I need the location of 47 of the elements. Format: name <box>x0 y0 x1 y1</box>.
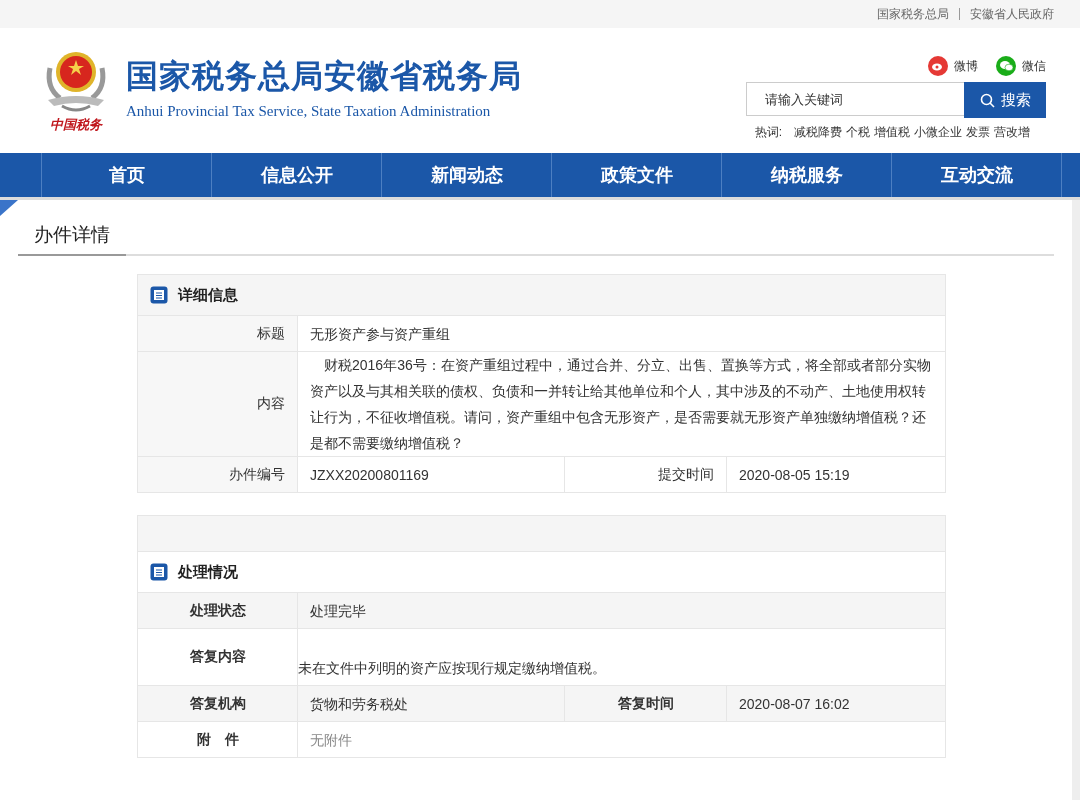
field-label: 提交时间 <box>565 457 727 492</box>
section-title: 详细信息 <box>178 285 238 305</box>
field-value: 2020-08-07 16:02 <box>738 694 851 714</box>
nav-item[interactable]: 首页 <box>41 153 211 197</box>
social-link[interactable]: 微博 <box>928 56 978 76</box>
hot-word-link[interactable]: 个税 <box>846 124 870 141</box>
nav-item[interactable]: 信息公开 <box>211 153 381 197</box>
field-value: 财税2016年36号：在资产重组过程中，通过合并、分立、出售、置换等方式，将全部或者部分实物资产以及与其相关联的债权、负债和一并转让给其他单位和个人，其中涉及的不动产、土地使用权转让行为，不征收增值税。请问，资产重组中包含无形资产，是否需要就无形资产单独缴纳增值税？还是都不需要缴纳增值税？ <box>309 356 932 453</box>
field-value: 处理完毕 <box>309 601 367 621</box>
corner-triangle-icon <box>0 200 18 216</box>
nav-item[interactable]: 政策文件 <box>551 153 721 197</box>
hot-word-link[interactable]: 减税降费 <box>794 124 842 141</box>
field-label: 答复内容 <box>138 629 298 685</box>
field-label: 办件编号 <box>138 457 298 492</box>
hot-words-label: 热词: <box>754 124 782 141</box>
document-icon <box>150 563 168 581</box>
search-button[interactable]: 搜索 <box>964 82 1046 118</box>
field-value: 无附件 <box>309 730 353 750</box>
field-label: 标题 <box>138 316 298 351</box>
field-label: 答复时间 <box>565 686 727 721</box>
section-title: 处理情况 <box>178 562 238 582</box>
nav-item[interactable]: 新闻动态 <box>381 153 551 197</box>
search-icon <box>979 92 995 108</box>
field-label: 处理状态 <box>138 593 298 628</box>
search-field[interactable]: 请输入关键词 <box>746 82 964 116</box>
emblem-caption: 中国税务 <box>50 115 102 134</box>
field-value: JZXX20200801169 <box>298 457 565 492</box>
field-label: 内容 <box>138 352 298 456</box>
top-link[interactable]: 安徽省人民政府 <box>970 5 1054 23</box>
hot-word-link[interactable]: 发票 <box>966 124 990 141</box>
social-link[interactable]: 微信 <box>996 56 1046 76</box>
top-link[interactable]: 国家税务总局 <box>877 5 949 23</box>
field-label: 附 件 <box>138 722 298 757</box>
page-heading: 办件详情 <box>18 222 126 256</box>
hot-word-link[interactable]: 增值税 <box>874 124 910 141</box>
nav-item[interactable]: 互动交流 <box>891 153 1062 197</box>
field-label: 答复机构 <box>138 686 298 721</box>
field-value: 2020-08-05 15:19 <box>738 465 851 485</box>
document-icon <box>150 286 168 304</box>
site-title: 国家税务总局安徽省税务局 <box>126 57 522 96</box>
field-value: 货物和劳务税处 <box>298 686 565 721</box>
hot-word-link[interactable]: 小微企业 <box>914 124 962 141</box>
hot-word-link[interactable]: 营改增 <box>994 124 1030 141</box>
field-value: 无形资产参与资产重组 <box>309 324 451 344</box>
field-value: 未在文件中列明的资产应按现行规定缴纳增值税。 <box>298 659 607 678</box>
site-subtitle: Anhui Provincial Tax Service, State Taxation Administration <box>126 103 492 120</box>
nav-item[interactable]: 纳税服务 <box>721 153 891 197</box>
